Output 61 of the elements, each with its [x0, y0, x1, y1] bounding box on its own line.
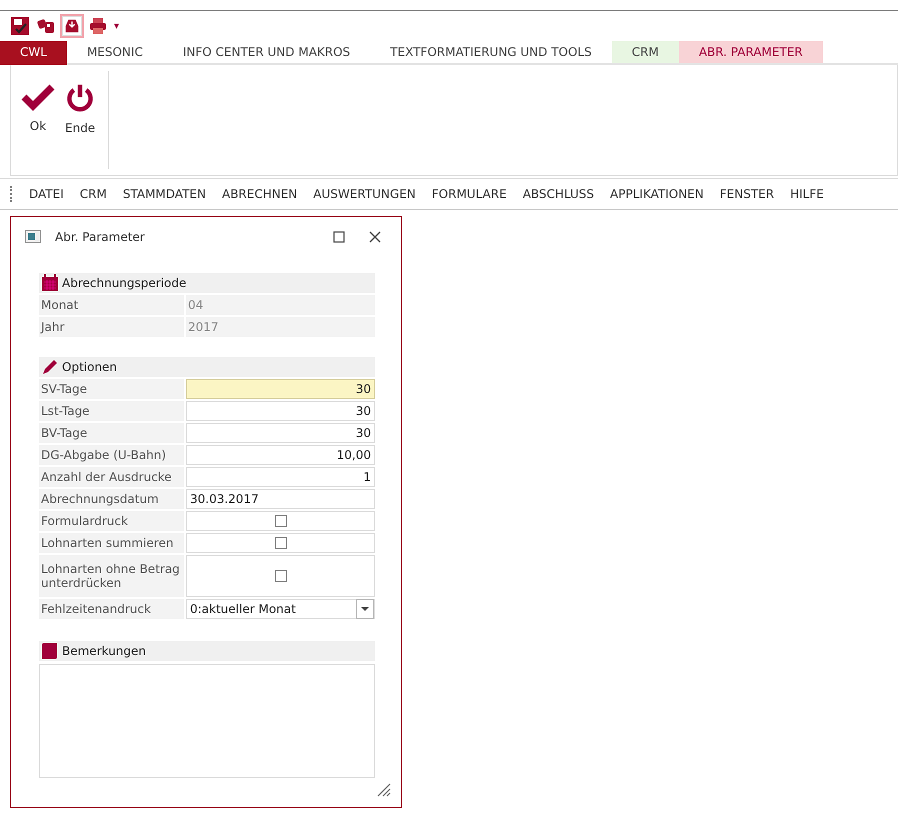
menu-item[interactable]: STAMMDATEN [116, 187, 213, 201]
checkbox[interactable] [274, 515, 286, 527]
ribbon-tab[interactable]: INFO CENTER UND MAKROS [162, 41, 370, 65]
section-heading: Optionen [62, 360, 118, 374]
input-field[interactable]: 30.03.2017 [186, 489, 375, 509]
field-label: Lohnarten ohne Betrag unterdrücken [39, 555, 184, 597]
field-label: Lohnarten summieren [39, 533, 184, 553]
power-icon [65, 83, 96, 113]
field-label: BV-Tage [39, 423, 184, 443]
input-field[interactable]: 30 [186, 423, 375, 443]
pencil-icon [41, 359, 59, 375]
input-field[interactable]: 30 [186, 379, 375, 399]
note-icon [41, 642, 59, 660]
section-heading: Abrechnungsperiode [62, 276, 186, 290]
app-logo-icon[interactable] [10, 16, 30, 36]
customize-dropdown[interactable]: ▾ [114, 20, 120, 32]
window-icon [25, 230, 43, 244]
menu-item[interactable]: HILFE [783, 187, 831, 201]
close-icon[interactable] [369, 231, 381, 243]
field-label: Formulardruck [39, 511, 184, 531]
checkbox[interactable] [274, 570, 286, 582]
dropdown[interactable]: 0:aktueller Monat [186, 599, 375, 619]
menu-item[interactable]: ABSCHLUSS [516, 187, 602, 201]
inbox-icon[interactable] [62, 16, 82, 36]
menu-item[interactable]: APPLIKATIONEN [603, 187, 711, 201]
section-heading: Bemerkungen [62, 644, 146, 658]
input-field[interactable]: 30 [186, 401, 375, 421]
field-label: Abrechnungsdatum [39, 489, 184, 509]
window-title: Abr. Parameter [55, 230, 146, 244]
field-label: DG-Abgabe (U-Bahn) [39, 445, 184, 465]
field-label: Anzahl der Ausdrucke [39, 467, 184, 487]
remarks-field[interactable] [39, 664, 375, 778]
exit-button[interactable]: Ende [65, 83, 96, 137]
calendar-icon [41, 274, 59, 292]
menu-item[interactable]: FORMULARE [424, 187, 514, 201]
input-field[interactable]: 10,00 [186, 445, 375, 465]
ribbon-tab[interactable]: MESONIC [66, 41, 163, 65]
ok-button[interactable]: Ok [21, 83, 55, 137]
checkbox[interactable] [274, 537, 286, 549]
field-label: Fehlzeitenandruck [39, 599, 184, 619]
field-label: Jahr [39, 317, 184, 337]
maximize-icon[interactable] [333, 231, 345, 243]
ribbon-tab[interactable]: TEXTFORMATIERUNG UND TOOLS [370, 41, 612, 65]
ribbon-tab[interactable]: CWL [0, 41, 67, 65]
input-field[interactable]: 1 [186, 467, 375, 487]
menu-item[interactable]: AUSWERTUNGEN [306, 187, 423, 201]
readonly-value: 2017 [186, 317, 375, 337]
menu-item[interactable]: ABRECHNEN [214, 187, 304, 201]
field-label: Monat [39, 295, 184, 315]
toolbar-grip[interactable] [10, 186, 14, 202]
field-label: SV-Tage [39, 379, 184, 399]
printer-icon[interactable] [88, 16, 108, 36]
ribbon-tab[interactable]: CRM [612, 41, 679, 65]
menu-item[interactable]: CRM [72, 187, 114, 201]
menu-item[interactable]: DATEI [22, 187, 71, 201]
menu-item[interactable]: FENSTER [712, 187, 782, 201]
field-label: Lst-Tage [39, 401, 184, 421]
readonly-value: 04 [186, 295, 375, 315]
ribbon-tab[interactable]: ABR. PARAMETER [678, 41, 823, 65]
resize-grip-icon[interactable] [375, 781, 391, 797]
checkmark-icon [21, 83, 55, 111]
